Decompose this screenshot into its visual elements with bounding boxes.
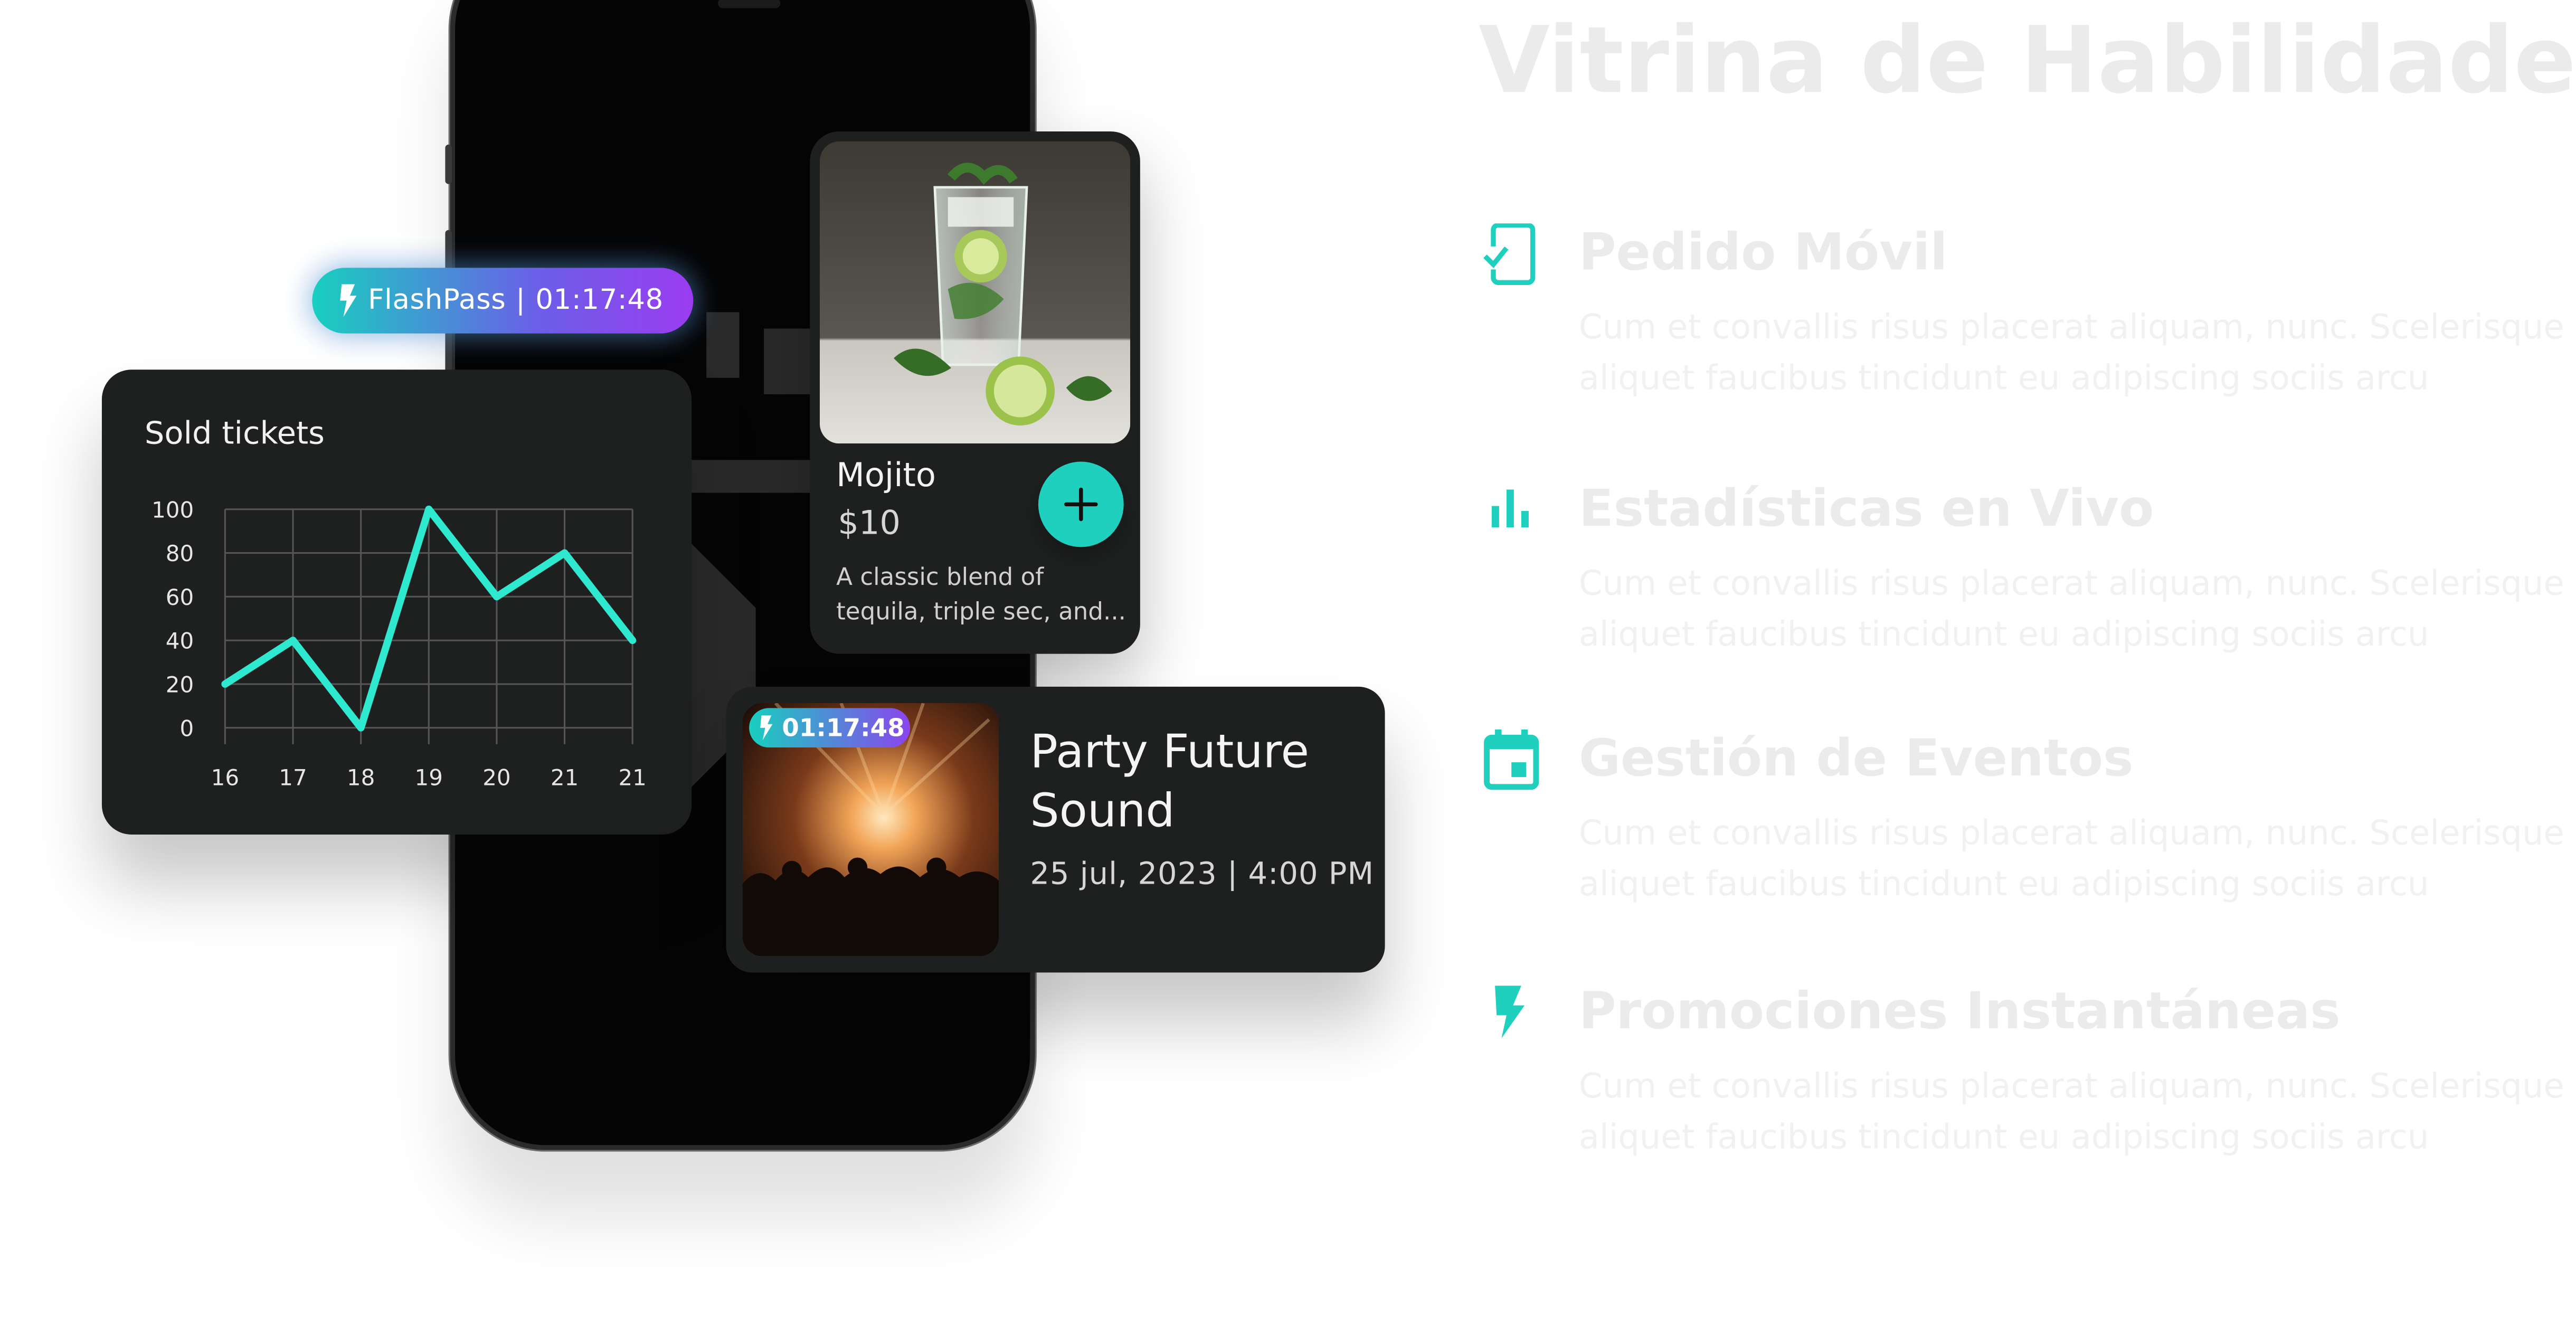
sold-tickets-chart: 0 20 40 60 80 100 16 17 18 19 20 21 21 (151, 497, 647, 791)
x-tick-label: 17 (279, 765, 307, 791)
feature-title: Estadísticas en Vivo (1578, 479, 2154, 539)
event-timer-text: 01:17:48 (782, 713, 905, 743)
y-tick-label: 80 (166, 541, 194, 566)
calendar-icon (1484, 729, 1539, 790)
phone-side-button (445, 144, 452, 184)
data-point (221, 680, 229, 688)
mojito-price: $10 (838, 503, 901, 543)
feature-title: Pedido Móvil (1578, 223, 1948, 283)
data-point (357, 724, 365, 732)
y-tick-label: 100 (151, 497, 194, 523)
mobile-check-icon (1482, 223, 1536, 285)
feature-description: Cum et convallis risus placerat aliquam,… (1578, 813, 2564, 904)
lightning-icon (340, 284, 357, 317)
event-flash-timer: 01:17:48 (749, 708, 911, 748)
y-tick-label: 60 (166, 584, 194, 610)
add-to-cart-button[interactable] (1038, 461, 1124, 547)
x-tick-label: 21 (551, 765, 579, 791)
event-date: 25 jul, 2023 | 4:00 PM (1030, 857, 1375, 892)
bar-chart-icon (1491, 489, 1529, 528)
flashpass-separator: | (516, 284, 526, 317)
mojito-description: A classic blend of tequila, triple sec, … (836, 565, 1126, 626)
feature-description: Cum et convallis risus placerat aliquam,… (1578, 1066, 2564, 1157)
x-tick-label: 20 (482, 765, 510, 791)
y-tick-label: 40 (166, 628, 194, 654)
x-tick-label: 21 (618, 765, 646, 791)
feature-description: Cum et convallis risus placerat aliquam,… (1578, 307, 2564, 398)
y-tick-label: 20 (166, 671, 194, 697)
mojito-product-card[interactable]: Mojito $10 A classic blend of tequila, t… (810, 131, 1140, 654)
x-tick-label: 16 (211, 765, 239, 791)
x-tick-label: 19 (415, 765, 443, 791)
page-title: Vitrina de Habilidades (1478, 8, 2576, 115)
event-title: Party Future Sound (1030, 724, 1310, 838)
lightning-icon (1495, 986, 1525, 1038)
feature-description: Cum et convallis risus placerat aliquam,… (1578, 563, 2564, 654)
feature-title: Promociones Instantáneas (1578, 982, 2341, 1042)
data-point (493, 593, 500, 601)
y-tick-label: 0 (180, 715, 194, 741)
event-card[interactable]: 01:17:48 Party Future Sound 25 jul, 2023… (726, 686, 1385, 973)
plus-icon (1064, 487, 1098, 522)
data-point (561, 549, 569, 557)
flashpass-timer: 01:17:48 (535, 284, 664, 317)
showcase-scene: FlashPass | 01:17:48 Sold tickets 0 20 40 6… (0, 0, 2576, 1326)
data-point (629, 637, 637, 644)
lightning-icon (760, 715, 773, 741)
sold-tickets-card: Sold tickets 0 20 40 60 80 100 16 17 18 19 20 21 21 (101, 370, 692, 835)
flashpass-label: FlashPass (368, 284, 506, 317)
mojito-name: Mojito (836, 455, 936, 495)
x-tick-label: 18 (347, 765, 375, 791)
feature-title: Gestión de Eventos (1578, 729, 2134, 789)
data-point (289, 637, 297, 644)
phone-dynamic-island (718, 0, 781, 8)
flashpass-badge[interactable]: FlashPass | 01:17:48 (312, 268, 694, 334)
data-point (425, 505, 433, 513)
mojito-photo (819, 141, 1131, 444)
